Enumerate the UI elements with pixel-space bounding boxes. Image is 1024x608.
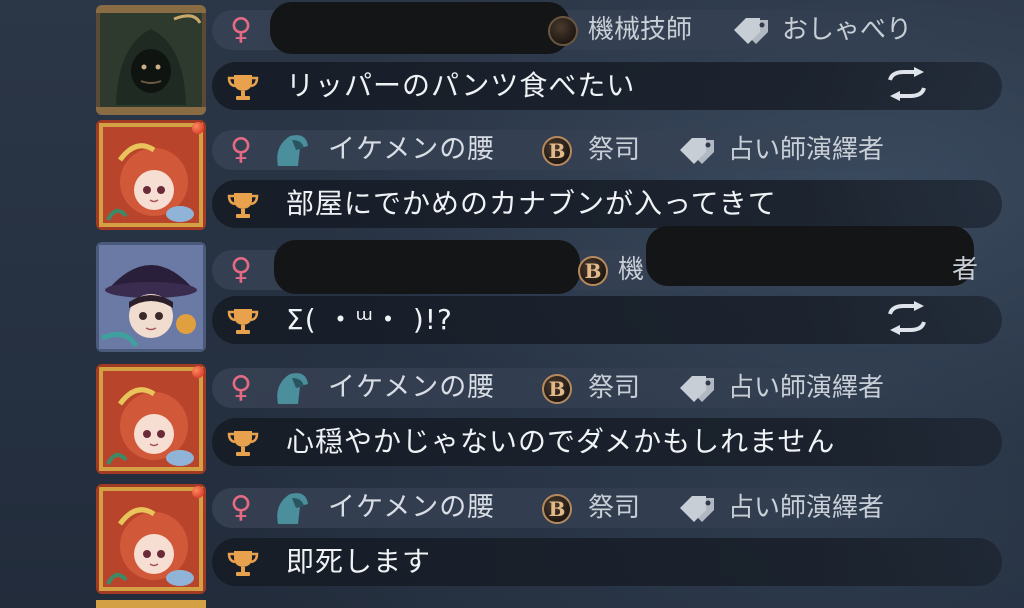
chat-feed: ♀ 機械技師 おしゃべり リッパーのパンツ食べたい ♀ イケメンの腰 B 祭司 … <box>0 0 1024 608</box>
role-label: 祭司 <box>588 373 641 403</box>
tag-icon <box>734 18 768 44</box>
rank-badge-icon: B <box>542 136 572 166</box>
role-label: 祭司 <box>588 493 641 523</box>
tag-label: 占い師演繹者 <box>728 373 885 403</box>
notification-dot <box>192 486 204 498</box>
avatar[interactable] <box>96 5 206 115</box>
tag-label: 者 <box>952 255 979 285</box>
swap-icon[interactable] <box>882 300 932 336</box>
rank-badge-icon: B <box>578 256 608 286</box>
player-name: イケメンの腰 <box>328 372 496 403</box>
avatar-partial <box>96 600 206 608</box>
message-text: リッパーのパンツ食べたい <box>286 69 636 102</box>
helmet-icon <box>277 135 308 166</box>
trophy-icon <box>227 309 259 334</box>
message-text: 心穏やかじゃないのでダメかもしれません <box>286 425 836 458</box>
chat-message: ♀ イケメンの腰 B 祭司 占い師演繹者 心穏やかじゃないのでダメかもしれません <box>0 360 1024 480</box>
redacted-role-tag <box>646 226 974 286</box>
female-symbol-icon: ♀ <box>230 252 252 287</box>
player-name: イケメンの腰 <box>328 134 496 165</box>
avatar[interactable] <box>96 484 206 594</box>
role-label: 機械技師 <box>588 15 693 45</box>
avatar[interactable] <box>96 120 206 230</box>
redacted-name <box>270 2 570 54</box>
swap-icon[interactable] <box>882 66 932 102</box>
role-label: 祭司 <box>588 135 641 165</box>
female-symbol-icon: ♀ <box>230 12 252 47</box>
chat-message: ♀ イケメンの腰 B 祭司 占い師演繹者 即死します <box>0 480 1024 600</box>
message-text: 部屋にでかめのカナブンが入ってきて <box>286 187 777 220</box>
role-label: 機 <box>618 255 645 285</box>
message-text: 即死します <box>286 545 432 578</box>
female-symbol-icon: ♀ <box>230 132 252 167</box>
trophy-icon <box>227 193 259 218</box>
avatar[interactable] <box>96 364 206 474</box>
female-symbol-icon: ♀ <box>230 490 252 525</box>
rank-badge-icon: B <box>542 374 572 404</box>
chat-message: ♀ 機械技師 おしゃべり リッパーのパンツ食べたい <box>0 0 1024 120</box>
chat-message: ♀ B 機 者 Σ( ・ᵚ・ )!? <box>0 226 1024 360</box>
redacted-name <box>274 240 580 294</box>
trophy-icon <box>227 75 259 100</box>
trophy-icon <box>227 431 259 456</box>
chat-message: ♀ イケメンの腰 B 祭司 占い師演繹者 部屋にでかめのカナブンが入ってきて <box>0 120 1024 240</box>
notification-dot <box>192 122 204 134</box>
rank-badge-icon <box>548 16 578 46</box>
player-name: イケメンの腰 <box>328 492 496 523</box>
tag-label: おしゃべり <box>782 15 913 45</box>
avatar[interactable] <box>96 242 206 352</box>
helmet-icon <box>277 493 308 524</box>
rank-badge-icon: B <box>542 494 572 524</box>
female-symbol-icon: ♀ <box>230 370 252 405</box>
notification-dot <box>192 366 204 378</box>
trophy-icon <box>227 551 259 576</box>
tag-label: 占い師演繹者 <box>728 135 885 165</box>
message-text: Σ( ・ᵚ・ )!? <box>286 303 453 336</box>
tag-icon <box>680 138 714 164</box>
tag-icon <box>680 376 714 402</box>
tag-icon <box>680 496 714 522</box>
tag-label: 占い師演繹者 <box>728 493 885 523</box>
helmet-icon <box>277 373 308 404</box>
